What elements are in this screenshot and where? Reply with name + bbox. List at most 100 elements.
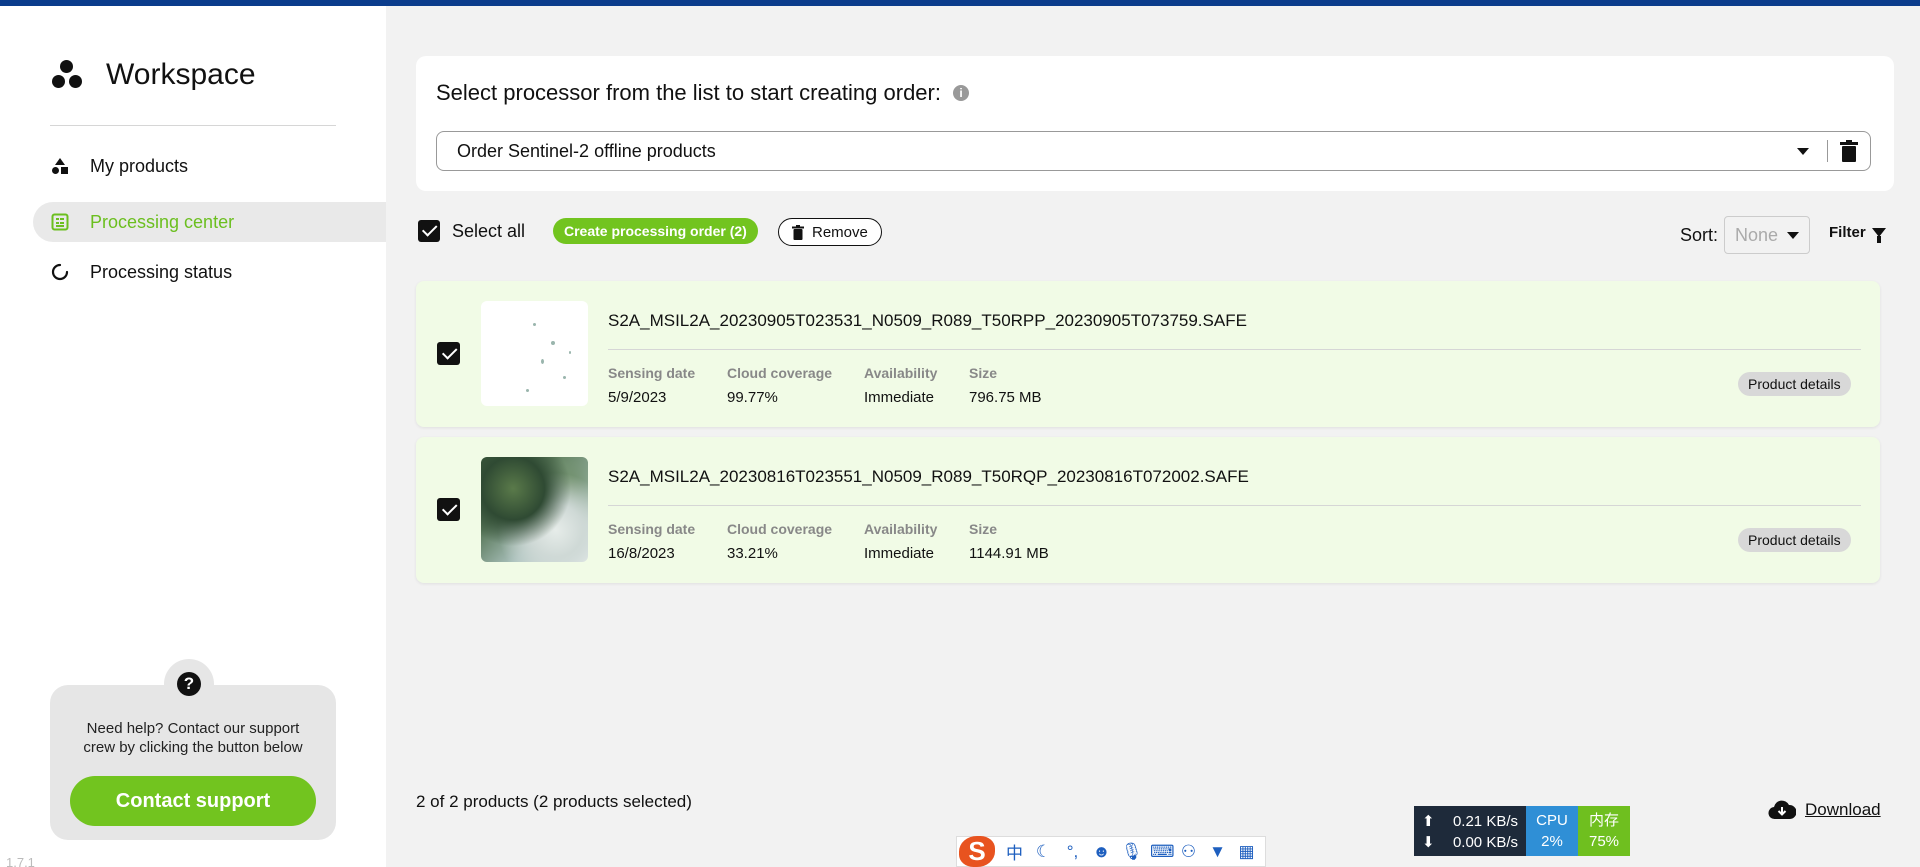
select-all-label: Select all bbox=[452, 220, 526, 241]
size: Size 1144.91 MB bbox=[969, 521, 1049, 562]
chevron-down-icon[interactable] bbox=[1797, 147, 1809, 155]
download-arrow-icon: ⬇ bbox=[1422, 834, 1435, 851]
skin-icon[interactable]: ▼ bbox=[1208, 842, 1227, 862]
divider bbox=[608, 505, 1861, 506]
sensing-date: Sensing date 5/9/2023 bbox=[608, 365, 695, 406]
processor-title: Select processor from the list to start … bbox=[436, 80, 941, 105]
network-speed: ⬆ 0.21 KB/s ⬇ 0.00 KB/s bbox=[1414, 806, 1526, 856]
sort-control: Sort: None bbox=[1680, 216, 1811, 254]
product-checkbox[interactable] bbox=[437, 498, 460, 521]
filter-icon bbox=[1871, 228, 1886, 243]
clear-selection-trash-icon[interactable] bbox=[1838, 137, 1860, 165]
system-monitor-widget: ⬆ 0.21 KB/s ⬇ 0.00 KB/s CPU 2% 内存 75% bbox=[1414, 806, 1630, 856]
cpu-value: 2% bbox=[1541, 833, 1563, 850]
sidebar: Workspace My products Processing center … bbox=[0, 6, 386, 867]
product-details-button[interactable]: Product details bbox=[1738, 372, 1851, 396]
meta-value: 1144.91 MB bbox=[969, 545, 1049, 562]
info-icon[interactable]: i bbox=[952, 85, 969, 101]
size: Size 796.75 MB bbox=[969, 365, 1042, 406]
upload-speed: 0.21 KB/s bbox=[1452, 813, 1518, 830]
upload-arrow-icon: ⬆ bbox=[1422, 813, 1435, 830]
product-thumbnail[interactable] bbox=[481, 301, 588, 406]
question-icon: ? bbox=[177, 672, 201, 696]
product-toolbar: Select all Create processing order (2) R… bbox=[416, 216, 1894, 254]
filter-label: Filter bbox=[1829, 224, 1866, 241]
sidebar-item-label: Processing status bbox=[90, 261, 233, 282]
sort-select[interactable]: None bbox=[1724, 216, 1811, 254]
meta-label: Availability bbox=[864, 365, 938, 381]
sidebar-item-my-products[interactable]: My products bbox=[33, 146, 386, 186]
sidebar-item-label: My products bbox=[90, 155, 189, 176]
user-settings-icon[interactable]: ⚇ bbox=[1179, 842, 1198, 862]
meta-label: Sensing date bbox=[608, 365, 696, 381]
ime-toolbar[interactable]: S 中 ☾ °, ☻ 🎙 ⌨ ⚇ ▼ ▦ bbox=[956, 836, 1266, 867]
apps-grid-icon[interactable]: ▦ bbox=[1237, 842, 1256, 862]
meta-label: Sensing date bbox=[608, 521, 696, 537]
punctuation-icon[interactable]: °, bbox=[1063, 842, 1082, 862]
contact-support-button[interactable]: Contact support bbox=[70, 776, 316, 826]
ime-mode[interactable]: 中 bbox=[1005, 839, 1024, 864]
processor-select-value: Order Sentinel-2 offline products bbox=[457, 140, 716, 161]
select-all[interactable]: Select all bbox=[418, 220, 525, 242]
status-spinner-icon bbox=[50, 262, 70, 282]
download-speed: 0.00 KB/s bbox=[1452, 834, 1518, 851]
processor-select[interactable]: Order Sentinel-2 offline products bbox=[436, 131, 1871, 171]
workspace-logo-icon bbox=[50, 58, 84, 92]
cpu-usage: CPU 2% bbox=[1526, 806, 1578, 856]
cloud-coverage: Cloud coverage 99.77% bbox=[727, 365, 832, 406]
trash-icon bbox=[792, 224, 804, 240]
filter-button[interactable]: Filter bbox=[1829, 224, 1886, 243]
availability: Availability Immediate bbox=[864, 521, 937, 562]
workspace-title: Workspace bbox=[106, 58, 256, 91]
remove-button[interactable]: Remove bbox=[778, 218, 882, 246]
sidebar-item-label: Processing center bbox=[90, 211, 235, 232]
meta-label: Size bbox=[969, 365, 998, 381]
meta-value: Immediate bbox=[864, 545, 935, 562]
meta-value: 99.77% bbox=[727, 389, 778, 406]
sort-value: None bbox=[1735, 224, 1779, 245]
product-card[interactable]: S2A_MSIL2A_20230816T023551_N0509_R089_T5… bbox=[416, 437, 1880, 583]
meta-label: Cloud coverage bbox=[727, 365, 833, 381]
processor-heading: Select processor from the list to start … bbox=[436, 80, 969, 106]
selection-count: 2 of 2 products (2 products selected) bbox=[416, 792, 692, 811]
meta-label: Availability bbox=[864, 521, 938, 537]
product-checkbox[interactable] bbox=[437, 342, 460, 365]
shapes-icon bbox=[50, 156, 70, 176]
meta-value: 5/9/2023 bbox=[608, 389, 667, 406]
product-card[interactable]: S2A_MSIL2A_20230905T023531_N0509_R089_T5… bbox=[416, 281, 1880, 427]
cpu-label: CPU bbox=[1536, 812, 1568, 829]
select-all-checkbox[interactable] bbox=[418, 220, 440, 242]
create-processing-order-button[interactable]: Create processing order (2) bbox=[553, 218, 758, 244]
keyboard-icon[interactable]: ⌨ bbox=[1150, 842, 1175, 862]
download-label: Download bbox=[1805, 800, 1881, 819]
emoji-icon[interactable]: ☻ bbox=[1092, 842, 1111, 862]
microphone-icon[interactable]: 🎙 bbox=[1121, 842, 1143, 862]
memory-label: 内存 bbox=[1588, 812, 1619, 829]
divider bbox=[608, 349, 1861, 350]
product-name: S2A_MSIL2A_20230816T023551_N0509_R089_T5… bbox=[608, 467, 1249, 486]
meta-value: 33.21% bbox=[727, 545, 778, 562]
processor-card: Select processor from the list to start … bbox=[416, 56, 1894, 191]
help-badge: ? bbox=[164, 659, 214, 709]
brand: Workspace bbox=[50, 58, 256, 92]
version-label: 1.7.1 bbox=[6, 855, 35, 867]
cloud-coverage: Cloud coverage 33.21% bbox=[727, 521, 832, 562]
moon-icon[interactable]: ☾ bbox=[1034, 842, 1053, 862]
help-card: ? Need help? Contact our support crew by… bbox=[50, 659, 336, 840]
separator bbox=[1827, 140, 1828, 162]
sidebar-item-processing-center[interactable]: Processing center bbox=[33, 202, 386, 242]
meta-value: Immediate bbox=[864, 389, 935, 406]
meta-label: Cloud coverage bbox=[727, 521, 833, 537]
product-details-button[interactable]: Product details bbox=[1738, 528, 1851, 552]
chevron-down-icon bbox=[1787, 231, 1800, 239]
product-name: S2A_MSIL2A_20230905T023531_N0509_R089_T5… bbox=[608, 311, 1247, 330]
memory-usage: 内存 75% bbox=[1578, 806, 1630, 856]
download-button[interactable]: Download bbox=[1768, 799, 1881, 821]
ime-logo-icon[interactable]: S bbox=[959, 836, 995, 867]
processing-center-icon bbox=[50, 212, 70, 232]
meta-value: 796.75 MB bbox=[969, 389, 1042, 406]
sort-label: Sort: bbox=[1680, 224, 1719, 245]
sidebar-item-processing-status[interactable]: Processing status bbox=[33, 252, 386, 292]
meta-label: Size bbox=[969, 521, 998, 537]
product-thumbnail[interactable] bbox=[481, 457, 588, 562]
